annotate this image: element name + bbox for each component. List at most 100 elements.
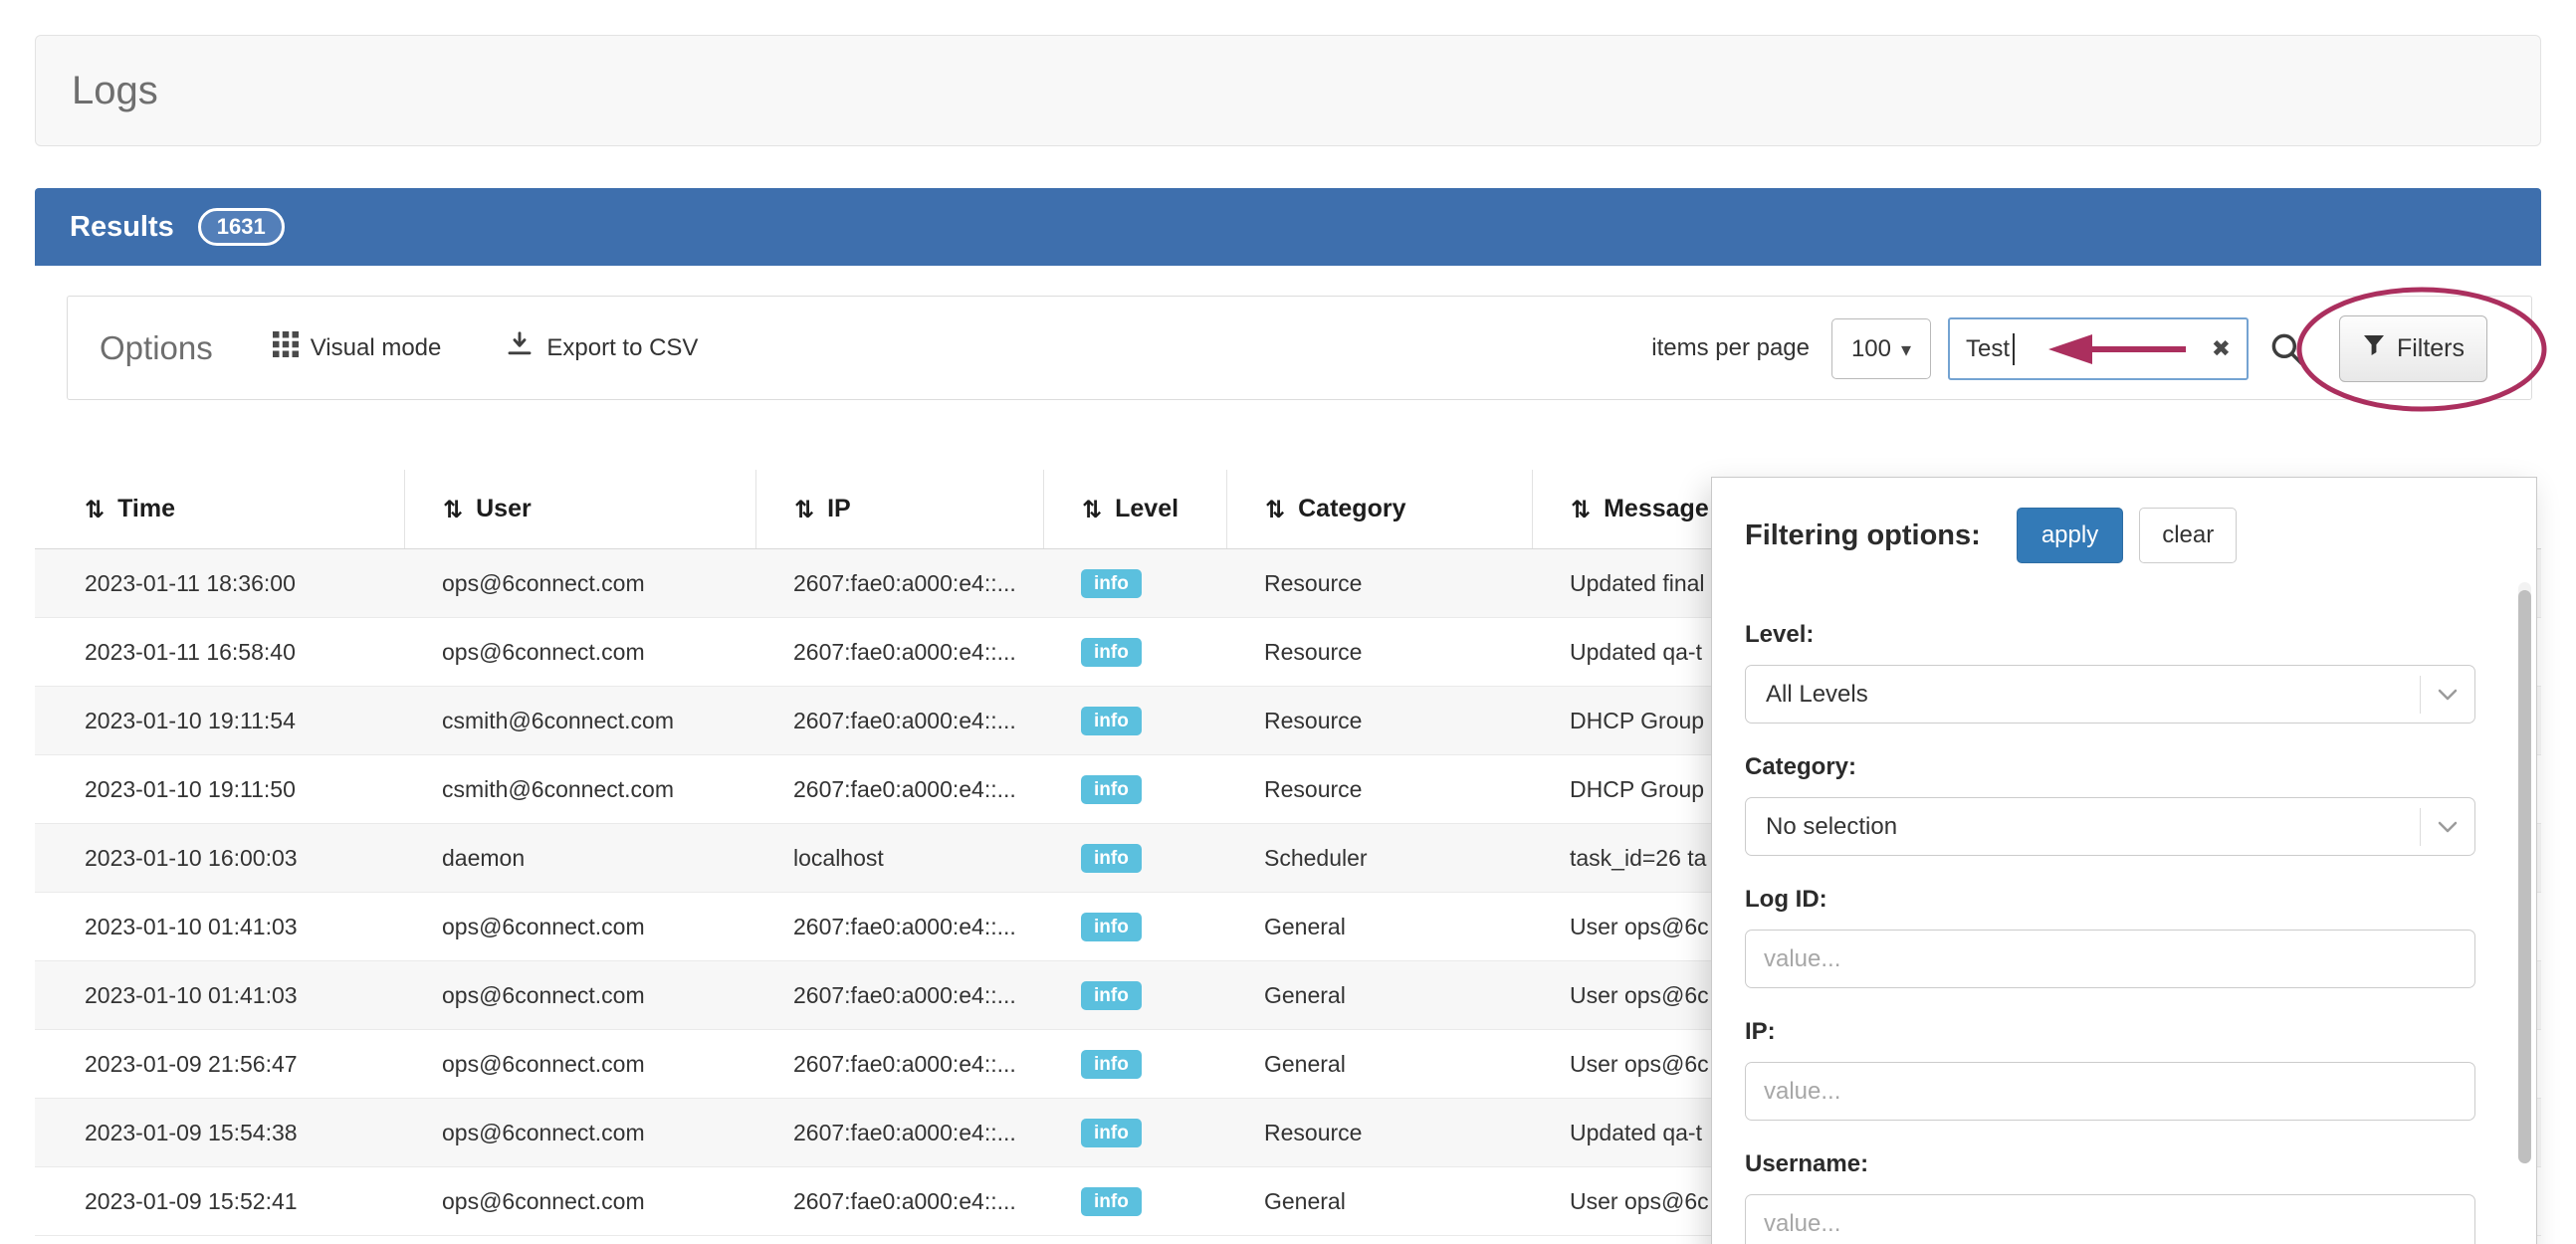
cell-user: ops@6connect.com bbox=[404, 1030, 755, 1098]
cell-level: info bbox=[1043, 618, 1226, 686]
field-label: Username: bbox=[1745, 1150, 2503, 1180]
scrollbar-track[interactable] bbox=[2518, 582, 2531, 1142]
clear-button[interactable]: clear bbox=[2139, 508, 2237, 563]
logs-page: Logs Results 1631 Options Visual mode bbox=[0, 0, 2576, 1244]
cell-category: Scheduler bbox=[1226, 824, 1532, 892]
cell-ip: 2607:fae0:a000:e4::... bbox=[755, 1167, 1043, 1235]
scrollbar-thumb[interactable] bbox=[2518, 590, 2531, 1163]
filters-label: Filters bbox=[2397, 334, 2465, 363]
options-bar: Options Visual mode Export to C bbox=[67, 296, 2532, 400]
cell-level: info bbox=[1043, 687, 1226, 754]
search-input[interactable]: Test ✖ bbox=[1948, 317, 2249, 380]
search-icon[interactable] bbox=[2268, 330, 2306, 368]
cell-time: 2023-01-10 01:41:03 bbox=[35, 893, 404, 960]
items-per-page-value: 100 bbox=[1851, 335, 1891, 363]
filter-field-category: Category: No selection bbox=[1745, 753, 2503, 856]
sort-icon: ⇅ bbox=[443, 496, 463, 523]
level-badge: info bbox=[1081, 775, 1142, 804]
cell-category: General bbox=[1226, 1030, 1532, 1098]
column-header-level[interactable]: ⇅ Level bbox=[1043, 470, 1226, 548]
ip-input[interactable] bbox=[1745, 1062, 2475, 1121]
cell-time: 2023-01-09 15:54:38 bbox=[35, 1099, 404, 1166]
level-badge: info bbox=[1081, 1187, 1142, 1216]
column-header-time[interactable]: ⇅ Time bbox=[35, 470, 404, 548]
cell-time: 2023-01-10 16:00:03 bbox=[35, 824, 404, 892]
cell-level: info bbox=[1043, 1167, 1226, 1235]
cell-ip: 2607:fae0:a000:e4::... bbox=[755, 961, 1043, 1029]
sort-icon: ⇅ bbox=[794, 496, 814, 523]
cell-level: info bbox=[1043, 824, 1226, 892]
level-badge: info bbox=[1081, 981, 1142, 1010]
cell-ip: 2607:fae0:a000:e4::... bbox=[755, 618, 1043, 686]
column-header-user[interactable]: ⇅User bbox=[404, 470, 755, 548]
cell-ip: 2607:fae0:a000:e4::... bbox=[755, 893, 1043, 960]
cell-user: daemon bbox=[404, 824, 755, 892]
log-id-input[interactable] bbox=[1745, 930, 2475, 988]
cell-level: info bbox=[1043, 1099, 1226, 1166]
items-per-page-label: items per page bbox=[1651, 297, 1810, 399]
filters-button[interactable]: Filters bbox=[2339, 315, 2487, 382]
select-value: All Levels bbox=[1766, 681, 1868, 709]
column-label: Message bbox=[1604, 495, 1709, 523]
text-cursor bbox=[2013, 333, 2015, 365]
column-label: Time bbox=[117, 495, 175, 523]
field-label: Category: bbox=[1745, 753, 2503, 783]
cell-level: info bbox=[1043, 893, 1226, 960]
username-input[interactable] bbox=[1745, 1194, 2475, 1244]
category-select[interactable]: No selection bbox=[1745, 797, 2475, 856]
cell-user: ops@6connect.com bbox=[404, 961, 755, 1029]
sort-icon: ⇅ bbox=[1265, 496, 1285, 523]
grid-icon bbox=[273, 331, 299, 364]
level-badge: info bbox=[1081, 569, 1142, 598]
cell-user: csmith@6connect.com bbox=[404, 687, 755, 754]
cell-time: 2023-01-11 18:36:00 bbox=[35, 549, 404, 617]
filter-field-log-id: Log ID: bbox=[1745, 886, 2503, 988]
column-header-ip[interactable]: ⇅IP bbox=[755, 470, 1043, 548]
field-label: Log ID: bbox=[1745, 886, 2503, 916]
cell-time: 2023-01-09 21:56:47 bbox=[35, 1030, 404, 1098]
level-badge: info bbox=[1081, 638, 1142, 667]
filter-funnel-icon bbox=[2362, 333, 2386, 364]
level-badge: info bbox=[1081, 1119, 1142, 1147]
cell-level: info bbox=[1043, 961, 1226, 1029]
export-csv-button[interactable]: Export to CSV bbox=[505, 329, 698, 366]
level-badge: info bbox=[1081, 913, 1142, 941]
options-left-group: Options Visual mode Export to C bbox=[68, 297, 698, 399]
level-badge: info bbox=[1081, 844, 1142, 873]
clear-search-icon[interactable]: ✖ bbox=[2212, 336, 2231, 362]
cell-user: ops@6connect.com bbox=[404, 1099, 755, 1166]
cell-ip: 2607:fae0:a000:e4::... bbox=[755, 1099, 1043, 1166]
options-title: Options bbox=[100, 329, 213, 367]
filter-field-level: Level: All Levels bbox=[1745, 621, 2503, 724]
caret-down-icon: ▾ bbox=[1901, 337, 1911, 361]
column-label: Level bbox=[1115, 495, 1179, 523]
cell-ip: localhost bbox=[755, 824, 1043, 892]
apply-button[interactable]: apply bbox=[2017, 508, 2123, 563]
sort-icon: ⇅ bbox=[85, 496, 105, 523]
download-icon bbox=[505, 329, 535, 366]
cell-category: Resource bbox=[1226, 1099, 1532, 1166]
cell-ip: 2607:fae0:a000:e4::... bbox=[755, 687, 1043, 754]
cell-category: General bbox=[1226, 1167, 1532, 1235]
cell-user: csmith@6connect.com bbox=[404, 755, 755, 823]
sort-icon: ⇅ bbox=[1082, 496, 1102, 523]
visual-mode-button[interactable]: Visual mode bbox=[273, 331, 442, 364]
cell-time: 2023-01-10 19:11:54 bbox=[35, 687, 404, 754]
cell-ip: 2607:fae0:a000:e4::... bbox=[755, 549, 1043, 617]
filter-field-ip: IP: bbox=[1745, 1018, 2503, 1121]
items-per-page-select[interactable]: 100 ▾ bbox=[1831, 318, 1931, 379]
field-label: IP: bbox=[1745, 1018, 2503, 1048]
level-select[interactable]: All Levels bbox=[1745, 665, 2475, 724]
column-header-category[interactable]: ⇅Category bbox=[1226, 470, 1532, 548]
export-csv-label: Export to CSV bbox=[546, 334, 698, 362]
filter-field-username: Username: bbox=[1745, 1150, 2503, 1244]
visual-mode-label: Visual mode bbox=[311, 334, 442, 362]
cell-time: 2023-01-09 15:52:41 bbox=[35, 1167, 404, 1235]
results-label: Results bbox=[70, 211, 174, 244]
cell-ip: 2607:fae0:a000:e4::... bbox=[755, 755, 1043, 823]
cell-time: 2023-01-10 01:41:03 bbox=[35, 961, 404, 1029]
filter-panel-header: Filtering options: apply clear bbox=[1745, 508, 2503, 563]
cell-level: info bbox=[1043, 549, 1226, 617]
chevron-down-icon bbox=[2420, 676, 2474, 714]
cell-category: Resource bbox=[1226, 687, 1532, 754]
